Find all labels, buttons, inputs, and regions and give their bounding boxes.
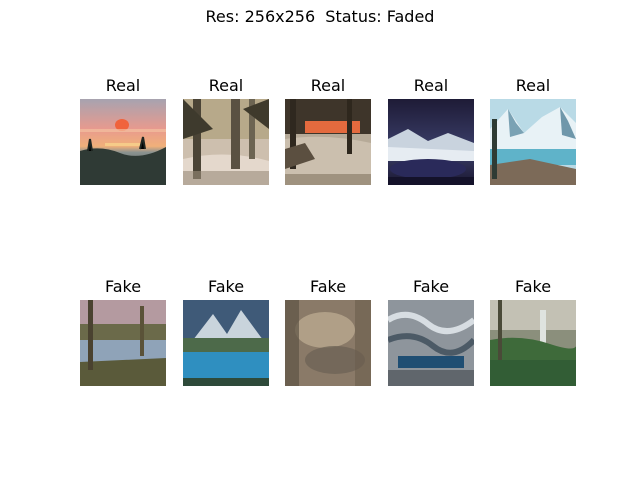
panel-title: Real [105, 76, 141, 95]
panel-title: Real [413, 76, 449, 95]
panel-title: Fake [309, 277, 347, 296]
panel-title: Fake [514, 277, 552, 296]
panel-title: Fake [104, 277, 142, 296]
mountain-lake-painting [490, 99, 576, 185]
panel-title: Real [208, 76, 244, 95]
generated-forest-waterfall [490, 300, 576, 386]
night-snow-lake-painting [388, 99, 474, 185]
sunset-lake-painting [80, 99, 166, 185]
panel-title: Fake [412, 277, 450, 296]
generated-blurry-landscape [285, 300, 371, 386]
generated-wave-landscape [388, 300, 474, 386]
winter-forest-painting [183, 99, 269, 185]
panel-title: Real [310, 76, 346, 95]
panel-title: Real [515, 76, 551, 95]
panel-title: Fake [207, 277, 245, 296]
snowy-woods-sunset-painting [285, 99, 371, 185]
generated-mountain-lake [183, 300, 269, 386]
figure-title: Res: 256x256 Status: Faded [205, 7, 435, 26]
generated-lake-trees [80, 300, 166, 386]
